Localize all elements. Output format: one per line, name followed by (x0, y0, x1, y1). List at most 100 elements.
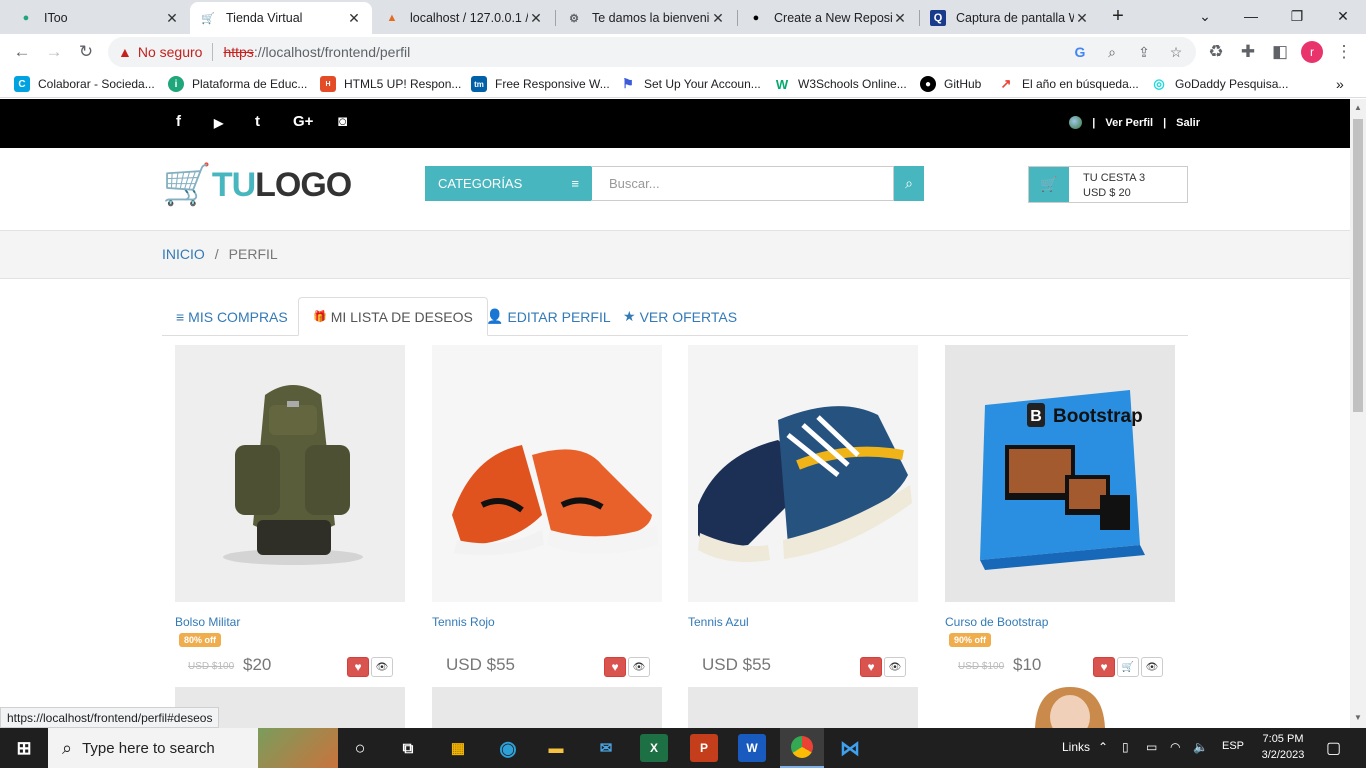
scrollbar-thumb[interactable] (1353, 119, 1363, 412)
search-button[interactable]: ⌕ (894, 166, 924, 201)
profile-avatar[interactable]: r (1298, 38, 1326, 66)
device-icon[interactable]: ▯ (1122, 740, 1129, 754)
view-eye-button[interactable]: 👁 (884, 657, 906, 677)
bookmark-setup-account[interactable]: ⚑ Set Up Your Accoun... (620, 75, 761, 93)
bookmark-year-in-search[interactable]: ↗ El año en búsqueda... (998, 75, 1139, 93)
view-eye-button[interactable]: 👁 (371, 657, 393, 677)
basket-widget[interactable]: 🛒 TU CESTA 3 USD $ 20 (1028, 166, 1188, 203)
tab-search-chevron-icon[interactable]: ⌄ (1182, 0, 1228, 32)
more-bookmarks-chevron-icon[interactable]: » (1336, 75, 1344, 93)
google-lens-icon[interactable]: G (1070, 42, 1090, 62)
product-card-partial[interactable] (432, 687, 662, 728)
recycle-extension-icon[interactable]: ♻ (1202, 38, 1230, 66)
chevron-up-icon[interactable]: ⌃ (1098, 740, 1108, 754)
view-eye-button[interactable]: 👁 (628, 657, 650, 677)
tab-mis-compras[interactable]: ≡ MIS COMPRAS (162, 297, 302, 336)
notification-icon[interactable]: ▢ (1326, 738, 1341, 758)
bookmark-github[interactable]: ● GitHub (920, 75, 981, 93)
close-tab-icon[interactable]: ✕ (346, 10, 362, 27)
product-name-link[interactable]: Bolso Militar (175, 615, 240, 629)
wishlist-heart-button[interactable]: ♥ (347, 657, 369, 677)
cortana-icon[interactable]: ○ (346, 734, 374, 762)
security-label[interactable]: No seguro (138, 44, 203, 60)
share-icon[interactable]: ⇪ (1134, 42, 1154, 62)
forward-arrow-icon[interactable]: → (40, 38, 68, 66)
back-arrow-icon[interactable]: ← (8, 38, 36, 66)
categories-button[interactable]: CATEGORÍAS ≡ (425, 166, 592, 201)
reload-icon[interactable]: ↻ (72, 38, 100, 66)
windows-start-icon[interactable]: ⊞ (10, 734, 38, 762)
scroll-down-icon[interactable]: ▼ (1354, 713, 1362, 722)
close-tab-icon[interactable]: ✕ (710, 10, 726, 27)
product-card-partial[interactable] (688, 687, 918, 728)
extensions-puzzle-icon[interactable]: ✚ (1234, 38, 1262, 66)
tab-itoo[interactable]: ● IToo ✕ (8, 2, 190, 34)
google-plus-icon[interactable]: G+ (293, 113, 313, 130)
new-tab-button[interactable]: + (1098, 0, 1138, 32)
wishlist-heart-button[interactable]: ♥ (1093, 657, 1115, 677)
edge-icon[interactable]: ◉ (494, 734, 522, 762)
scroll-up-icon[interactable]: ▲ (1354, 103, 1362, 112)
product-name-link[interactable]: Tennis Rojo (432, 615, 495, 629)
vscode-icon[interactable]: ⋈ (836, 734, 864, 762)
links-toolbar[interactable]: Links (1062, 740, 1090, 754)
view-eye-button[interactable]: 👁 (1141, 657, 1163, 677)
taskbar-search-box[interactable]: ⌕ Type here to search (48, 728, 338, 768)
facebook-icon[interactable]: f (176, 113, 181, 130)
page-scrollbar[interactable]: ▲ ▼ (1350, 99, 1366, 728)
tab-xampp[interactable]: ⚙ Te damos la bienvenida ✕ (556, 2, 736, 34)
add-to-cart-button[interactable]: 🛒 (1117, 657, 1139, 677)
tab-captura[interactable]: Q Captura de pantalla W ✕ (920, 2, 1100, 34)
wishlist-heart-button[interactable]: ♥ (604, 657, 626, 677)
file-explorer-icon[interactable]: ▬ (542, 734, 570, 762)
bookmark-colaborar[interactable]: C Colaborar - Socieda... (14, 75, 155, 93)
menu-kebab-icon[interactable]: ⋮ (1330, 38, 1358, 66)
wishlist-heart-button[interactable]: ♥ (860, 657, 882, 677)
instagram-icon[interactable]: ◙ (338, 113, 347, 130)
bookmark-html5up[interactable]: H HTML5 UP! Respon... (320, 75, 461, 93)
youtube-icon[interactable]: ▶ (214, 116, 223, 130)
tab-editar-perfil[interactable]: 👤 EDITAR PERFIL (472, 297, 625, 336)
bookmark-star-icon[interactable]: ☆ (1166, 42, 1186, 62)
tab-phpmyadmin[interactable]: ▲ localhost / 127.0.0.1 / ✕ (374, 2, 554, 34)
excel-icon[interactable]: X (640, 734, 668, 762)
tab-lista-deseos[interactable]: 🎁 MI LISTA DE DESEOS (298, 297, 488, 336)
product-image-bootstrap-box[interactable]: B Bootstrap (945, 345, 1175, 602)
close-tab-icon[interactable]: ✕ (164, 10, 180, 27)
logout-link[interactable]: Salir (1176, 117, 1200, 129)
clock[interactable]: 7:05 PM 3/2/2023 (1258, 733, 1308, 761)
product-image-backpack[interactable] (175, 345, 405, 602)
twitter-icon[interactable]: t (255, 113, 260, 130)
product-name-link[interactable]: Curso de Bootstrap (945, 615, 1048, 629)
address-bar[interactable]: ▲ No seguro https ://localhost/frontend/… (108, 37, 1196, 67)
product-card-partial[interactable] (945, 687, 1175, 728)
minimize-button[interactable]: — (1228, 0, 1274, 32)
chrome-icon[interactable] (780, 728, 824, 768)
battery-icon[interactable]: ▭ (1146, 740, 1157, 754)
close-tab-icon[interactable]: ✕ (528, 10, 544, 27)
product-name-link[interactable]: Tennis Azul (688, 615, 749, 629)
tab-tienda-virtual[interactable]: 🛒 Tienda Virtual ✕ (190, 2, 372, 34)
tab-github[interactable]: ● Create a New Repositor ✕ (738, 2, 918, 34)
bookmark-godaddy[interactable]: ◎ GoDaddy Pesquisa... (1151, 75, 1288, 93)
close-tab-icon[interactable]: ✕ (1074, 10, 1090, 27)
restore-button[interactable]: ❐ (1274, 0, 1320, 32)
product-image-blue-sneaker[interactable] (688, 345, 918, 602)
bookmark-templatemonster[interactable]: tm Free Responsive W... (471, 75, 610, 93)
breadcrumb-home-link[interactable]: INICIO (162, 246, 205, 262)
search-input[interactable]: Buscar... (591, 166, 894, 201)
wifi-icon[interactable]: ◠ (1170, 740, 1180, 754)
bookmark-plataforma[interactable]: i Plataforma de Educ... (168, 75, 307, 93)
microsoft-store-icon[interactable]: ▦ (444, 734, 472, 762)
view-profile-link[interactable]: Ver Perfil (1105, 117, 1153, 129)
site-logo[interactable]: 🛒 TU LOGO (162, 165, 352, 205)
zoom-icon[interactable]: ⌕ (1102, 42, 1122, 62)
word-icon[interactable]: W (738, 734, 766, 762)
mail-icon[interactable]: ✉ (592, 734, 620, 762)
volume-icon[interactable]: 🔈 (1193, 740, 1208, 754)
bookmark-w3schools[interactable]: W W3Schools Online... (774, 75, 907, 93)
product-image-red-sneaker[interactable] (432, 345, 662, 602)
tab-ver-ofertas[interactable]: ★ VER OFERTAS (609, 297, 751, 336)
task-view-icon[interactable]: ⧉ (394, 734, 422, 762)
close-tab-icon[interactable]: ✕ (892, 10, 908, 27)
